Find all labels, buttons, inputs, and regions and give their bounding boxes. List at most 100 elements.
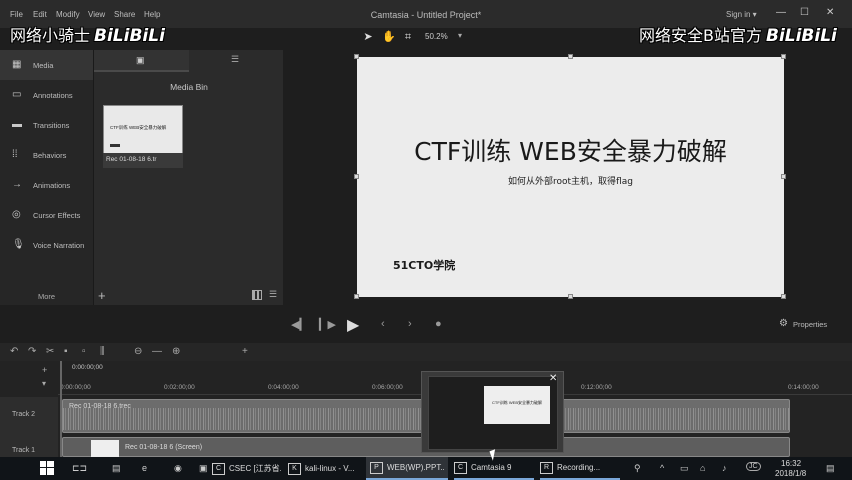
network-icon[interactable]: ⌂ [700, 463, 705, 473]
clip-thumbnail-logo [110, 144, 120, 147]
bilibili-logo: BiLiBiLi [94, 26, 165, 46]
resize-handle[interactable] [781, 294, 786, 299]
ruler-label: 0:04:00;00 [268, 384, 299, 391]
zoom-in-icon[interactable]: ⊕ [172, 346, 180, 357]
taskbar-app-csec[interactable]: C CSEC [江苏省... [212, 457, 284, 480]
add-track-button[interactable]: + [42, 365, 47, 375]
close-icon[interactable]: ✕ [549, 373, 557, 384]
cursor-icon: ◎ [12, 209, 21, 220]
tab-media-bin[interactable]: ▣ [94, 50, 189, 72]
preview-thumbnail: CTF训练 WEB安全暴力破解 [428, 376, 558, 450]
zoom-out-icon[interactable]: ⊖ [134, 346, 142, 357]
sidebar-item-behaviors[interactable]: ⁞⁞ Behaviors [0, 140, 93, 170]
zoom-level[interactable]: 50.2% [425, 32, 448, 41]
play-button[interactable]: ▶ [347, 315, 359, 335]
list-view-icon[interactable]: ☰ [269, 290, 277, 299]
sidebar-item-media[interactable]: ▦ Media [0, 50, 93, 80]
previous-icon[interactable]: ‹ [381, 318, 385, 330]
behavior-icon: ⁞⁞ [12, 149, 18, 160]
resize-handle[interactable] [568, 54, 573, 59]
sidebar-item-annotations[interactable]: ▭ Annotations [0, 80, 93, 110]
canvas-slide[interactable]: CTF训练 WEB安全暴力破解 如何从外部root主机，取得flag 51CTO… [354, 54, 786, 299]
notification-icon[interactable]: ▤ [826, 463, 835, 474]
gear-icon[interactable]: ⚙ [779, 318, 788, 329]
undo-icon[interactable]: ↶ [10, 346, 18, 357]
left-bottom-area [0, 305, 283, 343]
transition-icon: ▬ [12, 119, 22, 130]
sidebar-item-transitions[interactable]: ▬ Transitions [0, 110, 93, 140]
ruler-label: 0:00:00;00 [60, 384, 91, 391]
resize-handle[interactable] [354, 174, 359, 179]
track-label[interactable]: Track 1 [12, 447, 35, 454]
sidebar: ▦ Media ▭ Annotations ▬ Transitions ⁞⁞ B… [0, 50, 93, 305]
task-view-icon[interactable]: ⊏⊐ [72, 463, 87, 474]
chrome-icon[interactable]: ◉ [174, 463, 182, 474]
split-icon[interactable]: ⫼ [100, 346, 105, 357]
add-media-button[interactable]: + [98, 288, 106, 303]
record-icon[interactable]: ● [435, 318, 442, 330]
taskbar-app-camtasia[interactable]: C Camtasia 9 [454, 457, 534, 480]
window-title: Camtasia - Untitled Project* [370, 10, 482, 20]
person-icon[interactable]: ⚲ [634, 463, 641, 474]
media-clip-caption: Rec 01-08-18 6.tr [103, 153, 183, 168]
preview-slide: CTF训练 WEB安全暴力破解 [484, 386, 550, 424]
resize-handle[interactable] [781, 54, 786, 59]
minimize-icon[interactable]: — [776, 7, 786, 18]
clock-date[interactable]: 2018/1/8 [775, 469, 806, 478]
watermark-left: 网络小骑士 BiLiBiLi [10, 26, 165, 46]
app-icon: P [370, 461, 383, 474]
maximize-icon[interactable]: ☐ [800, 7, 809, 18]
edge-icon[interactable]: e [142, 463, 147, 473]
media-bin-panel: ▣ ☰ Media Bin CTF训练 WEB安全暴力破解 Rec 01-08-… [93, 50, 284, 305]
taskbar-preview[interactable]: CTF训练 WEB安全暴力破解 ✕ [421, 371, 564, 453]
app-icon: K [288, 462, 301, 475]
windows-start-icon[interactable] [40, 461, 54, 475]
track-label[interactable]: Track 2 [12, 411, 35, 418]
step-back-icon[interactable]: ◀▎ [291, 318, 308, 331]
taskbar-app-kali[interactable]: K kali-linux - V... [288, 457, 362, 480]
resize-handle[interactable] [781, 174, 786, 179]
chevron-up-icon[interactable]: ^ [660, 463, 664, 473]
app-icon: C [212, 462, 225, 475]
step-forward-icon[interactable]: ▎▶ [319, 318, 336, 331]
cut-icon[interactable]: ✂ [46, 346, 54, 357]
paste-icon[interactable]: ▫ [82, 346, 86, 357]
tab-library[interactable]: ☰ [189, 50, 284, 72]
close-icon[interactable]: ✕ [826, 7, 834, 18]
taskbar-app-ppt[interactable]: P WEB(WP).PPT... [366, 457, 448, 480]
more-button[interactable]: More [38, 292, 55, 301]
playback-controls: ◀▎ ▎▶ ▶ ‹ › ● ⚙ Properties [283, 305, 852, 343]
file-explorer-icon[interactable]: ▤ [112, 463, 121, 474]
sidebar-item-voice-narration[interactable]: 🎙 Voice Narration [0, 230, 93, 260]
grid-view-icon[interactable] [252, 290, 262, 300]
taskbar-app-recording[interactable]: R Recording... [540, 457, 620, 480]
resize-handle[interactable] [568, 294, 573, 299]
redo-icon[interactable]: ↷ [28, 346, 36, 357]
copy-icon[interactable]: ▪ [64, 346, 68, 357]
tray-icon[interactable]: ▭ [680, 463, 689, 474]
add-track-icon[interactable]: + [242, 346, 248, 357]
zoom-slider[interactable]: — [152, 346, 162, 357]
sidebar-item-animations[interactable]: → Animations [0, 170, 93, 200]
speech-bubble-icon: ▭ [12, 89, 22, 100]
clock-time[interactable]: 16:32 [781, 459, 801, 468]
collapse-icon[interactable]: ▾ [42, 379, 46, 388]
chevron-down-icon[interactable]: ▾ [458, 31, 462, 40]
slide-title: CTF训练 WEB安全暴力破解 [414, 137, 727, 166]
app-icon: R [540, 461, 553, 474]
crop-icon[interactable]: ⌗ [402, 31, 414, 43]
pan-icon[interactable]: ✋ [382, 31, 396, 43]
volume-icon[interactable]: ♪ [722, 463, 727, 473]
sign-in-button[interactable]: Sign in ▾ [726, 10, 757, 19]
resize-handle[interactable] [354, 294, 359, 299]
media-bin-title: Media Bin [170, 82, 208, 92]
pointer-icon[interactable]: ➤ [362, 31, 374, 43]
terminal-icon[interactable]: ▣ [199, 463, 208, 474]
slide-logo: 51CTO学院 [393, 259, 456, 272]
sidebar-item-cursor-effects[interactable]: ◎ Cursor Effects [0, 200, 93, 230]
tray-badge[interactable]: JC [746, 462, 761, 471]
next-icon[interactable]: › [408, 318, 412, 330]
app-icon: C [454, 461, 467, 474]
resize-handle[interactable] [354, 54, 359, 59]
properties-button[interactable]: Properties [793, 320, 827, 329]
